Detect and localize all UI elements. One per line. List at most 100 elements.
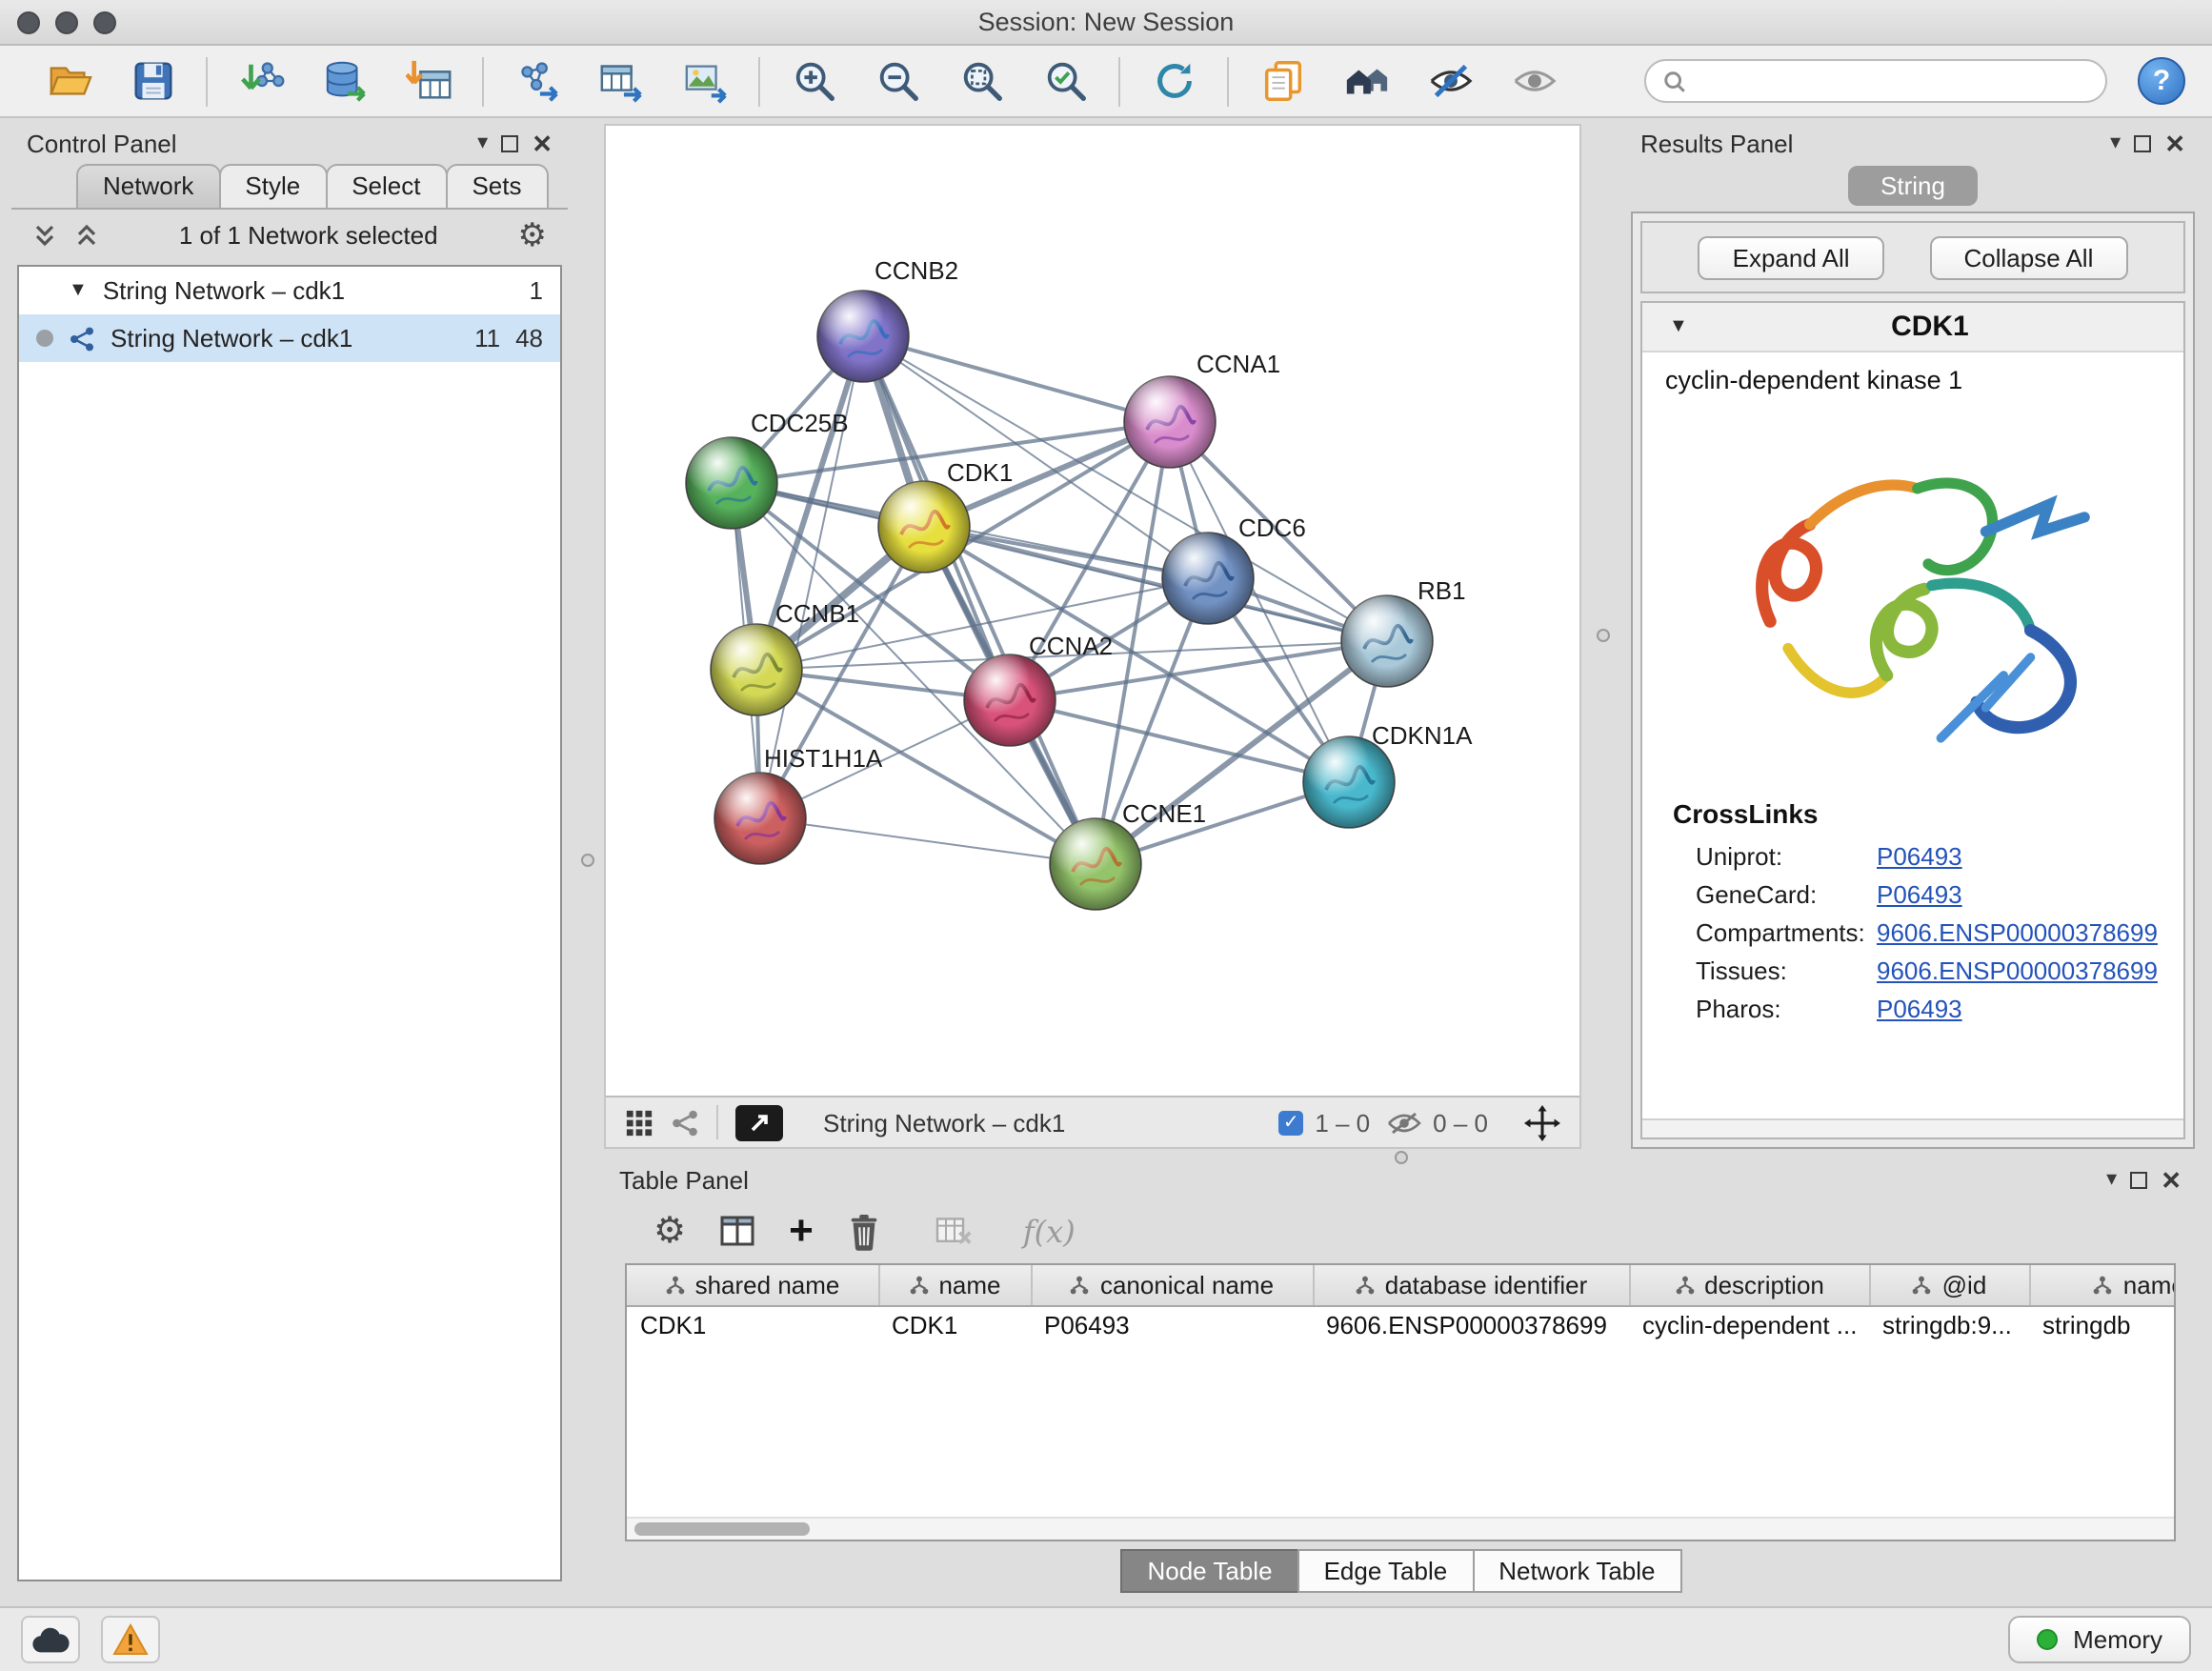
export-network-icon[interactable]: [509, 52, 566, 110]
grid-view-icon[interactable]: [625, 1108, 654, 1137]
network-node[interactable]: CCNB2: [817, 256, 958, 382]
pan-crosshair-icon[interactable]: [1524, 1104, 1560, 1140]
tab-edge-table[interactable]: Edge Table: [1297, 1548, 1475, 1592]
close-panel-icon[interactable]: ✕: [2164, 131, 2185, 155]
table-settings-gear-icon[interactable]: ⚙: [654, 1213, 686, 1249]
scrollbar-thumb[interactable]: [634, 1522, 810, 1536]
network-node[interactable]: RB1: [1341, 576, 1466, 687]
export-image-icon[interactable]: [676, 52, 734, 110]
expand-all-icon[interactable]: [32, 222, 57, 249]
float-panel-icon[interactable]: ▾: [477, 132, 488, 153]
zoom-out-icon[interactable]: [869, 52, 926, 110]
table-cell[interactable]: stringdb:9...: [1869, 1305, 2029, 1345]
zoom-fit-icon[interactable]: [953, 52, 1010, 110]
maximize-panel-icon[interactable]: [501, 134, 518, 151]
tab-select[interactable]: Select: [325, 164, 447, 208]
tab-style[interactable]: Style: [218, 164, 327, 208]
close-window-icon[interactable]: [17, 10, 40, 33]
collapse-all-icon[interactable]: [74, 222, 99, 249]
memory-button[interactable]: Memory: [2008, 1616, 2191, 1663]
close-panel-icon[interactable]: ✕: [2161, 1167, 2182, 1192]
column-header[interactable]: canonical name: [1031, 1265, 1313, 1305]
network-node[interactable]: CDKN1A: [1303, 721, 1473, 828]
import-network-database-icon[interactable]: [316, 52, 373, 110]
network-node[interactable]: HIST1H1A: [714, 744, 883, 864]
gene-card-header[interactable]: ▼ CDK1: [1642, 303, 2183, 352]
table-cell[interactable]: 9606.ENSP00000378699: [1313, 1305, 1629, 1345]
birdseye-view-icon[interactable]: [735, 1104, 783, 1140]
column-header[interactable]: database identifier: [1313, 1265, 1629, 1305]
network-node[interactable]: CCNB1: [711, 599, 859, 715]
home-icon[interactable]: [1337, 52, 1395, 110]
open-session-icon[interactable]: [40, 52, 97, 110]
crosslink-link[interactable]: P06493: [1877, 879, 1962, 908]
float-panel-icon[interactable]: ▾: [2110, 132, 2121, 153]
maximize-panel-icon[interactable]: [2134, 134, 2151, 151]
delete-column-trash-icon[interactable]: [846, 1211, 882, 1251]
import-table-file-icon[interactable]: [400, 52, 457, 110]
horizontal-scrollbar[interactable]: [627, 1517, 2174, 1540]
crosslink-link[interactable]: P06493: [1877, 994, 1962, 1022]
tab-network[interactable]: Network: [76, 164, 220, 208]
column-header[interactable]: name: [878, 1265, 1031, 1305]
search-input[interactable]: [1698, 68, 2088, 94]
crosslink-link[interactable]: 9606.ENSP00000378699: [1877, 956, 2158, 984]
table-cell[interactable]: CDK1: [878, 1305, 1031, 1345]
create-column-icon[interactable]: +: [789, 1210, 814, 1252]
collapse-all-button[interactable]: Collapse All: [1930, 235, 2128, 279]
warning-icon[interactable]: [101, 1616, 160, 1663]
splitter-handle[interactable]: [581, 854, 594, 867]
maximize-panel-icon[interactable]: [2130, 1171, 2147, 1188]
column-header[interactable]: namespace: [2029, 1265, 2176, 1305]
show-column-icon[interactable]: [718, 1212, 756, 1250]
tab-sets[interactable]: Sets: [445, 164, 548, 208]
tab-string[interactable]: String: [1848, 166, 1978, 206]
network-collection-row[interactable]: ▼ String Network – cdk1 1: [19, 267, 560, 314]
save-session-icon[interactable]: [124, 52, 181, 110]
splitter-handle[interactable]: [1395, 1151, 1408, 1164]
apply-layout-icon[interactable]: [1145, 52, 1202, 110]
help-icon[interactable]: ?: [2138, 57, 2185, 105]
cloud-icon[interactable]: [21, 1616, 80, 1663]
import-network-file-icon[interactable]: [232, 52, 290, 110]
network-canvas[interactable]: CCNB2CCNA1CDC25BCDK1CDC6RB1CCNB1CCNA2CDK…: [606, 126, 1579, 1096]
network-node[interactable]: CDK1: [878, 458, 1013, 573]
close-panel-icon[interactable]: ✕: [532, 131, 553, 155]
selected-checkbox-icon[interactable]: ✓: [1278, 1110, 1303, 1135]
show-eye-icon[interactable]: [1505, 52, 1562, 110]
network-share-gray-icon[interactable]: [671, 1108, 699, 1137]
tab-network-table[interactable]: Network Table: [1472, 1548, 1681, 1592]
network-node[interactable]: CDC6: [1162, 513, 1306, 624]
column-header[interactable]: shared name: [627, 1265, 878, 1305]
tab-node-table[interactable]: Node Table: [1120, 1548, 1298, 1592]
hide-eye-icon[interactable]: [1421, 52, 1478, 110]
maximize-window-icon[interactable]: [93, 10, 116, 33]
minimize-window-icon[interactable]: [55, 10, 78, 33]
crosslink-link[interactable]: 9606.ENSP00000378699: [1877, 917, 2158, 946]
float-panel-icon[interactable]: ▾: [2106, 1169, 2117, 1190]
expand-all-button[interactable]: Expand All: [1699, 235, 1884, 279]
copy-icon[interactable]: [1254, 52, 1311, 110]
zoom-selected-icon[interactable]: [1036, 52, 1094, 110]
column-header[interactable]: @id: [1869, 1265, 2029, 1305]
network-row-selected[interactable]: String Network – cdk1 11 48: [19, 314, 560, 362]
gear-icon[interactable]: ⚙: [518, 219, 548, 252]
collapse-triangle-icon[interactable]: ▼: [69, 280, 88, 301]
column-header[interactable]: description: [1629, 1265, 1869, 1305]
splitter-handle[interactable]: [1597, 629, 1610, 642]
network-edge[interactable]: [760, 818, 1096, 864]
table-cell[interactable]: cyclin-dependent ...: [1629, 1305, 1869, 1345]
network-edge[interactable]: [863, 336, 1096, 864]
zoom-in-icon[interactable]: [785, 52, 842, 110]
network-canvas-svg[interactable]: CCNB2CCNA1CDC25BCDK1CDC6RB1CCNB1CCNA2CDK…: [606, 126, 1579, 1096]
table-row[interactable]: CDK1 CDK1 P06493 9606.ENSP00000378699 cy…: [627, 1305, 2176, 1345]
table-cell[interactable]: CDK1: [627, 1305, 878, 1345]
export-table-icon[interactable]: [593, 52, 650, 110]
network-node[interactable]: CCNA1: [1124, 350, 1280, 468]
network-edge[interactable]: [924, 527, 1387, 641]
collapse-triangle-icon[interactable]: ▼: [1669, 316, 1688, 337]
function-builder-icon[interactable]: f(x): [1023, 1213, 1076, 1249]
table-cell[interactable]: P06493: [1031, 1305, 1313, 1345]
crosslink-link[interactable]: P06493: [1877, 841, 1962, 870]
horizontal-scrollbar[interactable]: [1642, 1118, 2183, 1137]
